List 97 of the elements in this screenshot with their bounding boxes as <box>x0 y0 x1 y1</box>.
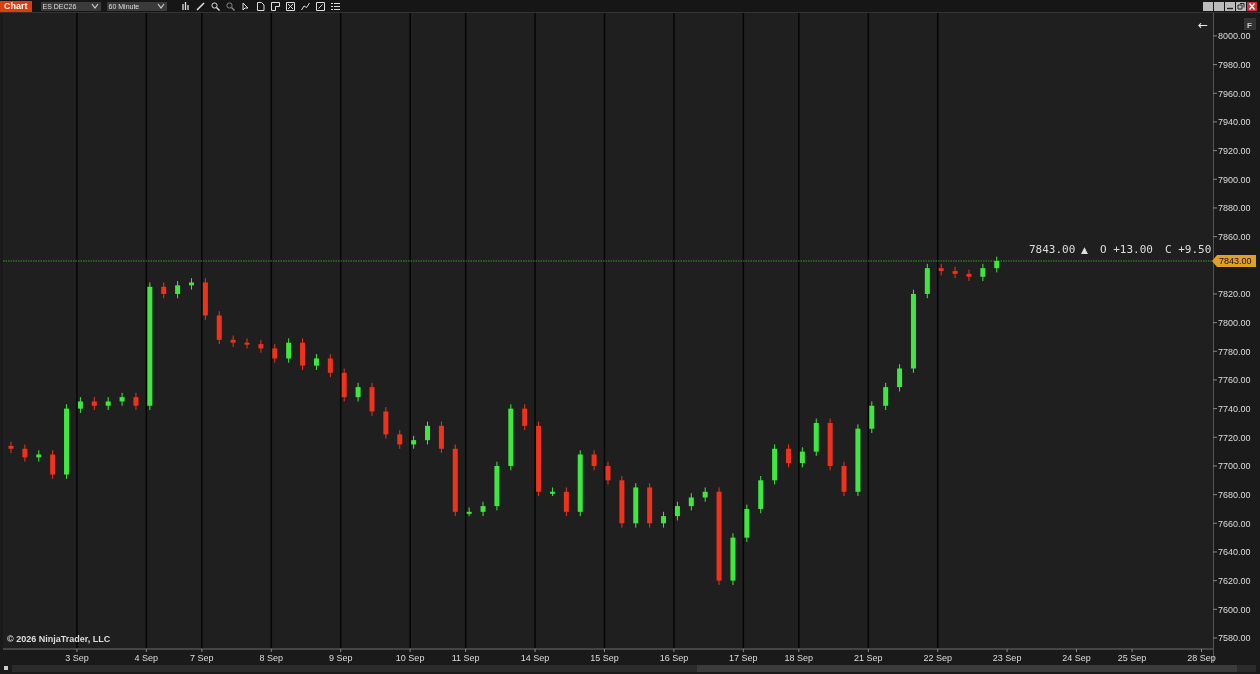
price-axis-label: 7580.00 <box>1218 633 1251 644</box>
close-icon[interactable] <box>1247 1 1257 11</box>
back-arrow-icon[interactable]: ← <box>1198 18 1209 32</box>
date-axis-label: 10 Sep <box>395 653 425 663</box>
candlestick <box>133 392 139 411</box>
price-axis-label: 7800.00 <box>1218 318 1251 329</box>
price-axis-label: 7960.00 <box>1218 88 1251 99</box>
last-price-text: 7843.00 <box>1029 243 1076 256</box>
price-axis-label: 7920.00 <box>1218 146 1251 157</box>
price-axis-label: 7640.00 <box>1218 547 1251 558</box>
candlestick <box>480 501 486 517</box>
zoom-out-icon[interactable] <box>225 1 235 11</box>
price-tag: 7843.00 <box>1212 255 1256 267</box>
price-axis-label: 7940.00 <box>1218 117 1251 128</box>
pointer-icon[interactable] <box>240 1 250 11</box>
price-axis-label: 7820.00 <box>1218 289 1251 300</box>
zoom-in-icon[interactable] <box>210 1 220 11</box>
date-axis-label: 18 Sep <box>784 653 814 663</box>
candlestick <box>8 441 14 454</box>
candlestick <box>244 337 250 349</box>
price-axis-label: 7700.00 <box>1218 461 1251 472</box>
date-axis-label: 15 Sep <box>590 653 619 663</box>
date-axis-label: 28 Sep <box>1187 653 1216 663</box>
candlestick <box>952 266 958 279</box>
pencil-icon[interactable] <box>195 1 205 11</box>
date-axis-label: 23 Sep <box>992 653 1022 663</box>
f-button[interactable]: F <box>1244 18 1256 30</box>
price-axis-label: 7900.00 <box>1218 174 1251 185</box>
price-axis-label: 7780.00 <box>1218 346 1251 357</box>
candlestick <box>383 406 389 440</box>
date-axis-label: 11 Sep <box>451 653 480 663</box>
scrollbar[interactable] <box>12 664 1256 672</box>
date-axis-label: 8 Sep <box>259 653 284 663</box>
date-axis-label: 17 Sep <box>729 653 758 663</box>
date-axis-label: 24 Sep <box>1062 653 1091 663</box>
candlestick <box>799 446 805 468</box>
caret-icon <box>156 3 165 9</box>
price-axis-label: 7620.00 <box>1218 576 1251 587</box>
candlestick <box>119 392 125 407</box>
candlestick <box>605 461 611 486</box>
candlestick <box>286 337 292 364</box>
candlestick <box>438 421 444 454</box>
candlestick <box>327 353 333 378</box>
close-change-text: C +9.50 <box>1165 243 1212 256</box>
scrollbar-thumb[interactable] <box>697 664 1237 672</box>
price-axis-label: 7720.00 <box>1218 432 1251 443</box>
price-axis-label: 7660.00 <box>1218 518 1251 529</box>
candlestick <box>258 339 264 354</box>
date-axis-label: 14 Sep <box>520 653 550 663</box>
price-axis-label: 7680.00 <box>1218 490 1251 501</box>
price-axis-label: 7860.00 <box>1218 232 1251 243</box>
candlestick <box>591 449 597 471</box>
document-icon[interactable] <box>255 1 265 11</box>
candlestick <box>230 335 236 348</box>
candlestick <box>966 269 972 282</box>
date-axis-label: 9 Sep <box>328 653 353 663</box>
date-axis-label: 21 Sep <box>854 653 883 663</box>
candlestick <box>674 501 680 521</box>
candlestick <box>272 343 278 364</box>
candlestick <box>980 263 986 282</box>
price-axis-label: 7740.00 <box>1218 404 1251 415</box>
candlestick <box>869 400 875 434</box>
grid-icon[interactable] <box>315 1 325 11</box>
open-change-text: O +13.00 <box>1100 243 1153 256</box>
up-arrow-icon: ▲ <box>1081 245 1088 255</box>
date-axis-label: 22 Sep <box>923 653 952 663</box>
candlestick <box>522 403 528 431</box>
price-axis-label: 7760.00 <box>1218 375 1251 386</box>
candlestick <box>883 382 889 411</box>
expand-icon[interactable] <box>285 1 295 11</box>
candlestick <box>785 443 791 468</box>
date-axis-label: 4 Sep <box>134 653 159 663</box>
panel-icon[interactable] <box>270 1 280 11</box>
caret-icon <box>90 3 99 9</box>
candlestick <box>355 382 361 402</box>
date-axis-label: 7 Sep <box>190 653 214 663</box>
bars-icon[interactable] <box>180 1 190 11</box>
price-axis-label: 8000.00 <box>1218 31 1251 42</box>
candlestick <box>22 443 28 463</box>
minimize-icon[interactable] <box>1225 1 1235 11</box>
candlestick <box>50 449 56 480</box>
candlestick <box>563 486 569 517</box>
candlestick <box>897 363 903 392</box>
copyright-text: © 2026 NinjaTrader, LLC <box>7 634 111 644</box>
price-axis-label: 7600.00 <box>1218 604 1251 615</box>
candlestick <box>300 337 306 371</box>
list-icon[interactable] <box>330 1 340 11</box>
price-axis-label: 7880.00 <box>1218 203 1251 214</box>
line-chart-icon[interactable] <box>300 1 310 11</box>
candlestick <box>397 429 403 450</box>
restore-icon[interactable] <box>1236 1 1246 11</box>
date-axis-label: 3 Sep <box>65 653 89 663</box>
date-axis-label: 16 Sep <box>659 653 689 663</box>
candlestick <box>425 421 431 445</box>
date-axis-label: 25 Sep <box>1117 653 1147 663</box>
price-axis-label: 7980.00 <box>1218 60 1251 71</box>
app-label: Chart <box>0 0 32 12</box>
